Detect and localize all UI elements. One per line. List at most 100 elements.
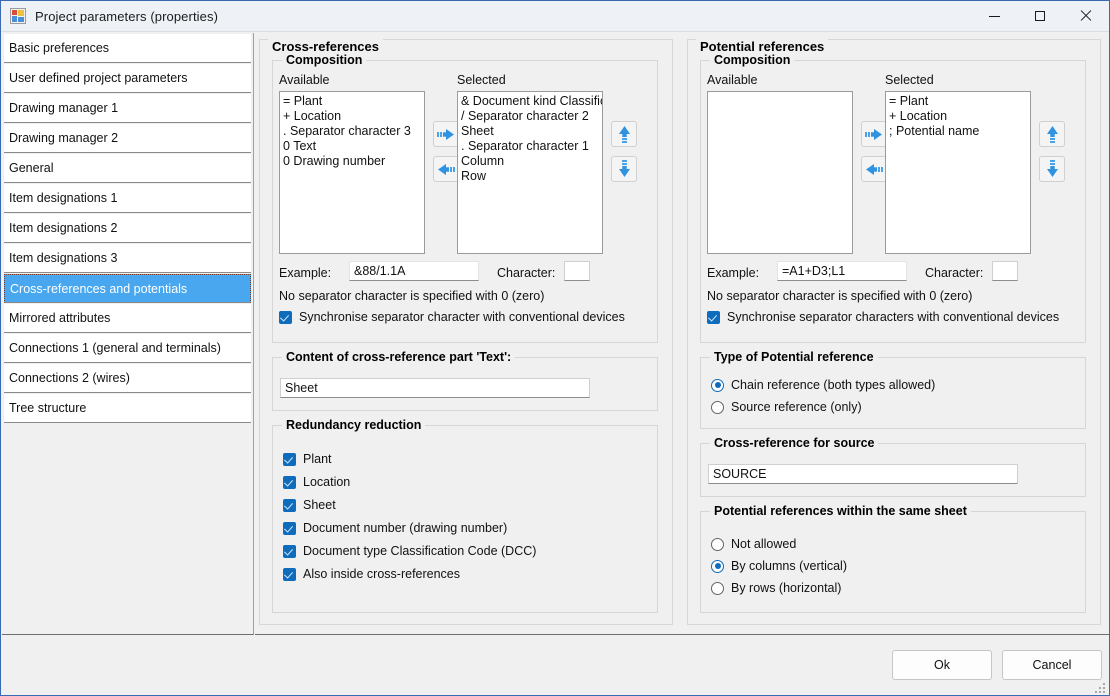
- potential-references-selected-list[interactable]: = Plant + Location; Potential name: [885, 91, 1031, 254]
- list-item[interactable]: + Location: [889, 109, 1027, 124]
- sidebar-item-12[interactable]: Tree structure: [4, 394, 251, 423]
- list-item[interactable]: 0 Text: [283, 139, 421, 154]
- checkbox-row[interactable]: Document type Classification Code (DCC): [283, 544, 536, 558]
- radio-row[interactable]: By columns (vertical): [711, 559, 847, 573]
- arrow-left-icon: [866, 163, 883, 175]
- cross-reference-text-part-group: Content of cross-reference part 'Text': …: [272, 350, 658, 411]
- sidebar-item-label: User defined project parameters: [9, 71, 188, 85]
- sidebar-item-2[interactable]: Drawing manager 1: [4, 94, 251, 123]
- cross-references-character-input[interactable]: [564, 261, 590, 281]
- sidebar-item-9[interactable]: Mirrored attributes: [4, 304, 251, 333]
- settings-category-list[interactable]: Basic preferences User defined project pa…: [2, 33, 254, 635]
- sidebar-item-11[interactable]: Connections 2 (wires): [4, 364, 251, 393]
- ok-button[interactable]: Ok: [892, 650, 992, 680]
- cross-references-sync-separator-checkbox[interactable]: Synchronise separator character with con…: [279, 310, 625, 324]
- cancel-button[interactable]: Cancel: [1002, 650, 1102, 680]
- composition-title: Composition: [282, 53, 367, 67]
- available-label: Available: [707, 73, 758, 87]
- potential-references-available-list[interactable]: [707, 91, 853, 254]
- potential-references-move-left-button[interactable]: [861, 156, 887, 182]
- redundancy-reduction-title: Redundancy reduction: [282, 418, 426, 432]
- cross-references-sync-separator-label: Synchronise separator character with con…: [299, 310, 625, 324]
- radio-row[interactable]: Source reference (only): [711, 400, 862, 414]
- checkbox-checked-icon: [279, 310, 292, 324]
- list-item[interactable]: . Separator character 3: [283, 124, 421, 139]
- sidebar-item-label: Item designations 3: [9, 251, 118, 265]
- list-item[interactable]: Row: [461, 169, 599, 184]
- cross-reference-text-part-input[interactable]: Sheet: [280, 378, 590, 398]
- radio-row[interactable]: By rows (horizontal): [711, 581, 841, 595]
- sidebar-item-10[interactable]: Connections 1 (general and terminals): [4, 334, 251, 363]
- minimize-button[interactable]: [971, 1, 1017, 31]
- potential-references-title: Potential references: [696, 39, 829, 54]
- potential-references-character-label: Character:: [925, 266, 984, 280]
- cross-reference-for-source-input[interactable]: SOURCE: [708, 464, 1018, 484]
- available-label: Available: [279, 73, 330, 87]
- cross-references-move-left-button[interactable]: [433, 156, 459, 182]
- arrow-down-icon: [1046, 160, 1058, 177]
- list-item[interactable]: & Document kind Classificati: [461, 94, 602, 109]
- checkbox-label: Sheet: [303, 498, 336, 512]
- list-item[interactable]: . Separator character 1: [461, 139, 599, 154]
- potential-references-move-right-button[interactable]: [861, 121, 887, 147]
- potential-references-character-input[interactable]: [992, 261, 1018, 281]
- checkbox-checked-icon: [283, 521, 296, 535]
- potential-references-move-down-button[interactable]: [1039, 156, 1065, 182]
- sidebar-item-4[interactable]: General: [4, 154, 251, 183]
- radio-unselected-icon: [711, 400, 724, 414]
- sidebar-item-8[interactable]: Cross-references and potentials: [4, 274, 251, 303]
- sidebar-item-0[interactable]: Basic preferences: [4, 34, 251, 63]
- arrow-left-icon: [438, 163, 455, 175]
- maximize-button[interactable]: [1017, 1, 1063, 31]
- checkbox-row[interactable]: Also inside cross-references: [283, 567, 460, 581]
- checkbox-row[interactable]: Location: [283, 475, 350, 489]
- list-item[interactable]: + Location: [283, 109, 421, 124]
- sidebar-item-1[interactable]: User defined project parameters: [4, 64, 251, 93]
- radio-row[interactable]: Chain reference (both types allowed): [711, 378, 935, 392]
- cross-reference-text-part-title: Content of cross-reference part 'Text':: [282, 350, 516, 364]
- radio-label: Not allowed: [731, 537, 797, 551]
- cross-references-selected-list[interactable]: & Document kind Classificati/ Separator …: [457, 91, 603, 254]
- potential-references-move-up-button[interactable]: [1039, 121, 1065, 147]
- sidebar-item-6[interactable]: Item designations 2: [4, 214, 251, 243]
- sidebar-item-7[interactable]: Item designations 3: [4, 244, 251, 273]
- checkbox-row[interactable]: Document number (drawing number): [283, 521, 507, 535]
- checkbox-checked-icon: [283, 567, 296, 581]
- checkbox-checked-icon: [283, 498, 296, 512]
- sidebar-item-3[interactable]: Drawing manager 2: [4, 124, 251, 153]
- project-parameters-window: Project parameters (properties) Basic pr…: [0, 0, 1110, 696]
- list-item[interactable]: Sheet: [461, 124, 599, 139]
- potential-references-separator-hint: No separator character is specified with…: [707, 289, 973, 303]
- radio-label: Chain reference (both types allowed): [731, 378, 936, 392]
- sidebar-item-label: Item designations 1: [9, 191, 118, 205]
- title-bar[interactable]: Project parameters (properties): [1, 1, 1109, 32]
- list-item[interactable]: 0 Drawing number: [283, 154, 421, 169]
- sidebar-item-label: Drawing manager 2: [9, 131, 119, 145]
- list-item[interactable]: / Separator character 2: [461, 109, 599, 124]
- cross-references-example-value: &88/1.1A: [349, 261, 479, 281]
- checkbox-label: Document number (drawing number): [303, 521, 508, 535]
- list-item[interactable]: = Plant: [283, 94, 421, 109]
- list-item[interactable]: = Plant: [889, 94, 1027, 109]
- cross-references-available-list[interactable]: = Plant + Location. Separator character 3…: [279, 91, 425, 254]
- cross-references-composition-group: Composition Available Selected = Plant + …: [272, 53, 658, 343]
- close-button[interactable]: [1063, 1, 1109, 31]
- potential-references-sync-separator-checkbox[interactable]: Synchronise separator characters with co…: [707, 310, 1059, 324]
- list-item[interactable]: Column: [461, 154, 599, 169]
- potential-references-composition-group: Composition Available Selected = Plant +…: [700, 53, 1086, 343]
- sidebar-item-label: General: [9, 161, 54, 175]
- cross-reference-for-source-title: Cross-reference for source: [710, 436, 879, 450]
- redundancy-reduction-group: Redundancy reduction Plant Location Sheet D…: [272, 418, 658, 613]
- cross-references-move-down-button[interactable]: [611, 156, 637, 182]
- radio-row[interactable]: Not allowed: [711, 537, 796, 551]
- cross-references-move-up-button[interactable]: [611, 121, 637, 147]
- resize-grip-icon[interactable]: [1095, 683, 1105, 693]
- list-item[interactable]: ; Potential name: [889, 124, 1027, 139]
- sidebar-item-label: Mirrored attributes: [9, 311, 111, 325]
- checkbox-row[interactable]: Sheet: [283, 498, 336, 512]
- arrow-down-icon: [618, 160, 630, 177]
- sidebar-item-5[interactable]: Item designations 1: [4, 184, 251, 213]
- cross-references-move-right-button[interactable]: [433, 121, 459, 147]
- checkbox-row[interactable]: Plant: [283, 452, 332, 466]
- dialog-footer: Ok Cancel: [2, 636, 1108, 695]
